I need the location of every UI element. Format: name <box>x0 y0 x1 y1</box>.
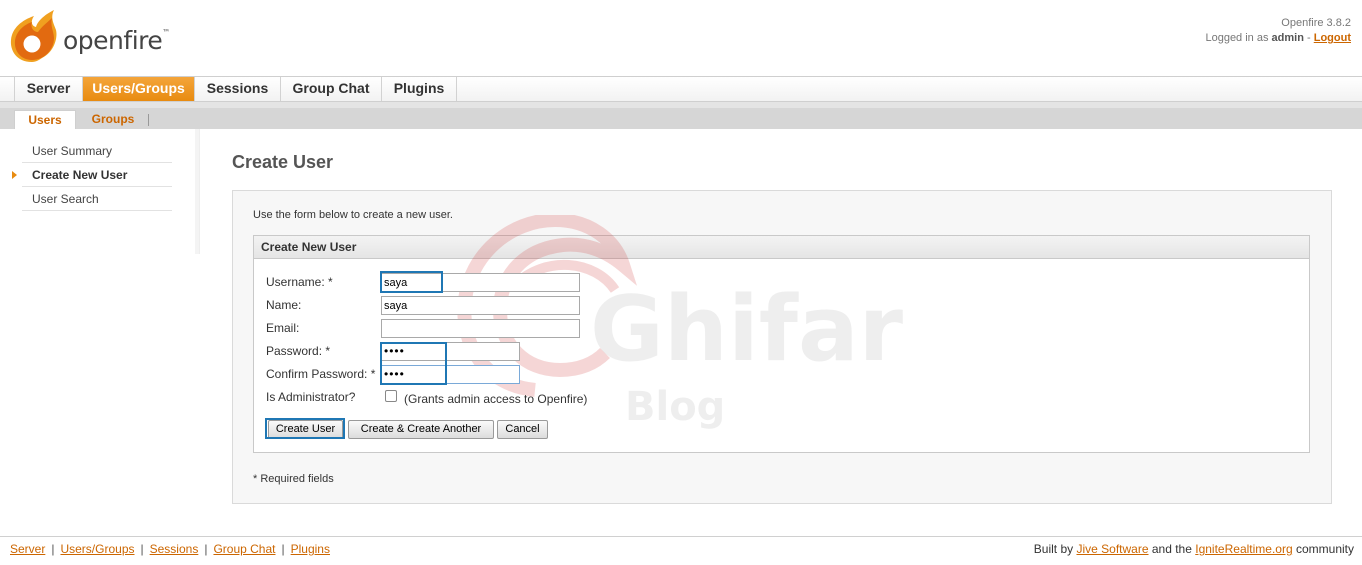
footer-link-sessions[interactable]: Sessions <box>150 542 199 556</box>
password-highlight <box>380 342 447 385</box>
name-label: Name: <box>266 298 302 312</box>
required-fields-note: * Required fields <box>253 473 334 485</box>
is-admin-checkbox[interactable] <box>385 390 397 402</box>
is-admin-note: (Grants admin access to Openfire) <box>404 392 588 406</box>
logo-text: openfire™ <box>63 26 170 55</box>
page-title: Create User <box>232 152 334 172</box>
sidebar-item-create-new-user[interactable]: Create New User <box>12 163 172 187</box>
footer-link-plugins[interactable]: Plugins <box>291 542 330 556</box>
footer-link-server[interactable]: Server <box>10 542 45 556</box>
logged-in-prefix: Logged in as <box>1205 32 1269 44</box>
version-text: Openfire 3.8.2 <box>1281 17 1351 29</box>
is-admin-label: Is Administrator? <box>266 390 356 404</box>
form-title: Create New User <box>253 235 1310 259</box>
logged-in-user: admin <box>1271 32 1304 44</box>
tab-server[interactable]: Server <box>14 77 83 101</box>
subtab-users[interactable]: Users <box>14 110 76 130</box>
tab-sessions[interactable]: Sessions <box>195 77 281 101</box>
ignite-realtime-link[interactable]: IgniteRealtime.org <box>1195 542 1292 556</box>
tab-plugins[interactable]: Plugins <box>382 77 457 101</box>
header: openfire™ Openfire 3.8.2 Logged in as ad… <box>0 0 1362 77</box>
username-label: Username: * <box>266 275 333 289</box>
footer-links: Server | Users/Groups | Sessions | Group Chat |… <box>10 542 330 556</box>
password-label: Password: * <box>266 344 331 358</box>
username-highlight <box>380 271 443 293</box>
header-user-info: Openfire 3.8.2 Logged in as admin - Logo… <box>1205 17 1351 44</box>
subtab-divider <box>148 114 149 126</box>
create-and-create-another-button[interactable]: Create & Create Another <box>348 420 494 439</box>
create-button-highlight <box>265 418 345 439</box>
sidebar-item-user-search[interactable]: User Search <box>22 187 172 211</box>
email-input[interactable] <box>381 319 580 338</box>
name-input[interactable] <box>381 296 580 315</box>
jive-software-link[interactable]: Jive Software <box>1076 542 1148 556</box>
arrow-right-icon <box>12 171 17 179</box>
tab-group-chat[interactable]: Group Chat <box>281 77 382 101</box>
intro-text: Use the form below to create a new user. <box>253 209 453 221</box>
footer-link-group-chat[interactable]: Group Chat <box>213 542 275 556</box>
cancel-button[interactable]: Cancel <box>497 420 548 439</box>
sub-tab-bar <box>0 102 1362 129</box>
subtab-groups[interactable]: Groups <box>80 110 146 129</box>
logout-link[interactable]: Logout <box>1314 32 1351 44</box>
sidebar-item-user-summary[interactable]: User Summary <box>22 139 172 163</box>
confirm-password-label: Confirm Password: * <box>266 367 376 381</box>
footer-credits: Built by Jive Software and the IgniteRea… <box>1033 542 1354 556</box>
footer-link-users-groups[interactable]: Users/Groups <box>60 542 134 556</box>
email-label: Email: <box>266 321 300 335</box>
tab-users-groups[interactable]: Users/Groups <box>83 77 195 101</box>
